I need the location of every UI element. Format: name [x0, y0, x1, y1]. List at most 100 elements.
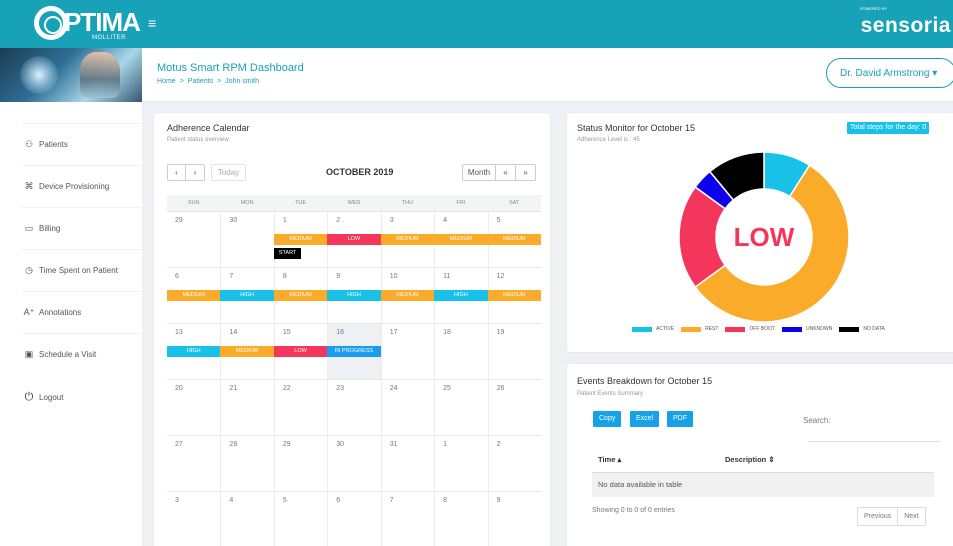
calendar-week-row: 13 14 15 16 17 18 19 HIGH MEDIUM LOW IN PROGRESS	[167, 323, 541, 379]
today-button[interactable]: Today	[211, 164, 246, 181]
sidebar-item-time-spent[interactable]: ◷ Time Spent on Patient	[22, 249, 142, 291]
next-arrow-icon[interactable]: ›	[186, 164, 205, 181]
sidebar-item-patients[interactable]: ⚇ Patients	[22, 123, 142, 165]
month-view-button[interactable]: Month	[462, 164, 496, 181]
empty-table-message: No data available in table	[592, 473, 934, 497]
calendar-day-cell[interactable]: 24	[380, 380, 434, 435]
calendar-day-cell[interactable]: 21	[220, 380, 273, 435]
legend-label[interactable]: OFF BOOT	[749, 326, 775, 332]
legend-swatch[interactable]	[681, 326, 702, 332]
event-badge-medium[interactable]: MEDIUM	[273, 234, 328, 245]
event-badge-medium[interactable]: MEDIUM	[434, 234, 488, 245]
logo-text: PTIMA	[64, 7, 141, 37]
event-badge-medium[interactable]: MEDIUM	[487, 234, 541, 245]
event-badge-medium[interactable]: MEDIUM	[273, 290, 328, 301]
event-badge-medium[interactable]: MEDIUM	[167, 290, 221, 301]
sidebar-item-label: Patients	[39, 140, 68, 149]
sensoria-logo: sensoria	[860, 14, 951, 37]
event-badge-in-progress[interactable]: IN PROGRESS	[327, 346, 381, 357]
calendar-day-cell[interactable]: 26	[487, 380, 541, 435]
weekday-label: WED	[347, 200, 361, 206]
calendar-title: Adherence Calendar	[167, 123, 250, 133]
prev-arrow-icon[interactable]: ‹	[167, 164, 186, 181]
search-label: Search:	[803, 416, 831, 425]
legend-label[interactable]: ACTIVE	[656, 326, 674, 332]
excel-button[interactable]: Excel	[630, 411, 660, 427]
previous-page-button[interactable]: Previous	[857, 507, 899, 526]
event-badge-high[interactable]: HIGH	[327, 290, 381, 301]
clock-icon: ◷	[25, 265, 33, 275]
calendar-week-row: 3456789	[167, 491, 541, 546]
legend-label[interactable]: UNKNOWN	[806, 326, 832, 332]
event-badge-high[interactable]: HIGH	[167, 346, 221, 357]
sidebar-item-device-provisioning[interactable]: ⌘ Device Provisioning	[22, 165, 142, 207]
event-empty-slot	[327, 248, 380, 259]
legend-swatch[interactable]	[725, 326, 746, 332]
time-column-header[interactable]: Time ▴	[592, 455, 725, 464]
legend-swatch[interactable]	[781, 326, 802, 332]
weekday-label: TUE	[295, 200, 307, 206]
calendar-day-cell[interactable]: 9	[487, 492, 541, 546]
calendar-day-cell[interactable]: 29	[273, 436, 327, 491]
event-badge-medium[interactable]: MEDIUM	[220, 346, 274, 357]
calendar-day-cell[interactable]: 1	[434, 436, 487, 491]
calendar-view-controls: Month « »	[462, 164, 536, 181]
weekday-label: MON	[240, 200, 254, 206]
calendar-day-cell[interactable]: 28	[220, 436, 273, 491]
pdf-button[interactable]: PDF	[667, 411, 693, 427]
menu-toggle-icon[interactable]: ≡	[148, 15, 156, 31]
calendar-day-cell[interactable]: 7	[380, 492, 434, 546]
double-left-icon[interactable]: «	[496, 164, 516, 181]
event-badge-low[interactable]: LOW	[273, 346, 328, 357]
breadcrumb-home[interactable]: Home	[157, 78, 176, 85]
calendar-nav: ‹ › Today	[167, 164, 246, 181]
breadcrumb-patients[interactable]: Patients	[188, 78, 213, 85]
double-right-icon[interactable]: »	[516, 164, 536, 181]
user-menu-button[interactable]: Dr. David Armstrong ▾	[826, 58, 953, 88]
calendar-day-cell[interactable]: 23	[327, 380, 380, 435]
calendar-day-cell[interactable]: 27	[167, 436, 220, 491]
status-title: Status Monitor for October 15	[577, 123, 696, 133]
description-column-header[interactable]: Description ⇕	[725, 455, 775, 464]
calendar-day-cell[interactable]: 3	[167, 492, 220, 546]
calendar-day-cell[interactable]: 20	[167, 380, 220, 435]
calendar-day-cell[interactable]: 4	[220, 492, 273, 546]
calendar-week-row: 6 7 8 9 10 11 12 MEDIUM HIGH MEDIUM HIGH MEDIUM HIGH…	[167, 267, 541, 323]
search-input[interactable]	[808, 428, 940, 442]
sidebar-item-logout[interactable]: ⏻ Logout	[22, 376, 142, 418]
sidebar-item-annotations[interactable]: A⁺ Annotations	[22, 291, 142, 333]
sidebar-item-billing[interactable]: ▭ Billing	[22, 207, 142, 249]
calendar-grid: SUN MON TUE WED THU FRI SAT 29 30 1 2 3 4 5 MEDIUM LOW…	[167, 195, 541, 546]
event-badge-low[interactable]: LOW	[327, 234, 381, 245]
calendar-day-cell[interactable]: 5	[273, 492, 327, 546]
event-row-extra: START	[167, 248, 541, 259]
calendar-day-cell[interactable]: 2	[487, 436, 541, 491]
sidebar-item-label: Time Spent on Patient	[39, 266, 118, 275]
copy-button[interactable]: Copy	[593, 411, 622, 427]
next-page-button[interactable]: Next	[898, 507, 926, 526]
sidebar: ⚇ Patients ⌘ Device Provisioning ▭ Billi…	[0, 102, 142, 546]
event-row: MEDIUM LOW MEDIUM MEDIUM MEDIUM	[167, 234, 541, 245]
sidebar-item-schedule-visit[interactable]: ▣ Schedule a Visit	[22, 333, 142, 375]
status-subtitle: Adherence Level is : 45	[577, 137, 640, 143]
optima-logo[interactable]: PTIMA MOLLITER	[34, 4, 141, 44]
event-badge-medium[interactable]: MEDIUM	[487, 290, 541, 301]
calendar-day-cell[interactable]: 31	[380, 436, 434, 491]
calendar-day-cell[interactable]: 30	[327, 436, 380, 491]
calendar-day-cell[interactable]: 8	[434, 492, 487, 546]
event-badge-high[interactable]: HIGH	[220, 290, 274, 301]
header-image	[0, 48, 142, 102]
calendar-day-cell[interactable]: 22	[273, 380, 327, 435]
calendar-day-cell[interactable]: 25	[434, 380, 487, 435]
legend-swatch[interactable]	[632, 326, 652, 332]
event-badge-high[interactable]: HIGH	[434, 290, 488, 301]
legend-label[interactable]: NO DATA	[863, 326, 884, 332]
legend-swatch[interactable]	[839, 326, 860, 332]
event-empty-slot	[167, 248, 220, 259]
powered-by-text: POWERED BY	[859, 6, 887, 11]
event-badge-medium[interactable]: MEDIUM	[380, 290, 435, 301]
legend-label[interactable]: REST	[705, 326, 718, 332]
calendar-day-cell[interactable]: 6	[327, 492, 380, 546]
event-badge-medium[interactable]: MEDIUM	[380, 234, 435, 245]
event-badge-start[interactable]: START	[273, 248, 302, 259]
